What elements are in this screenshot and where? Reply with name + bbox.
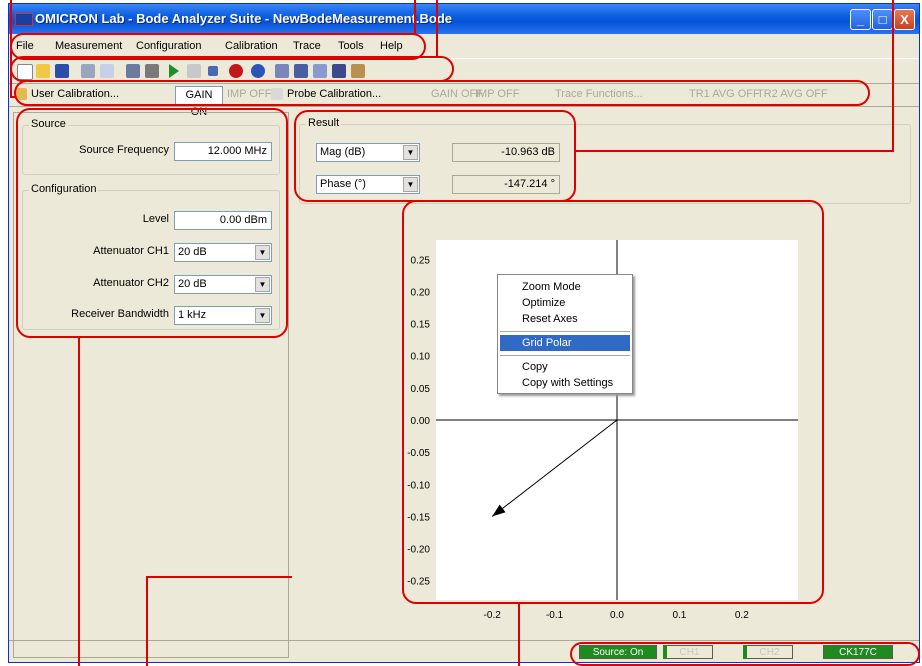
annotation-line [414, 0, 416, 34]
minimize-button[interactable]: _ [850, 9, 871, 30]
x-tick-label: -0.2 [484, 610, 502, 621]
x-tick-label: 0.2 [735, 610, 749, 621]
annotation-line [10, 0, 12, 98]
close-button[interactable]: X [894, 9, 915, 30]
plot-annotation [402, 200, 824, 604]
toolbar-annotation [10, 56, 454, 82]
annotation-line [146, 576, 292, 578]
settings-annotation [16, 108, 288, 338]
annotation-line [518, 604, 520, 666]
annotation-line [146, 576, 148, 666]
result-annotation [294, 110, 576, 202]
x-tick-label: 0.0 [610, 610, 624, 621]
window-title: OMICRON Lab - Bode Analyzer Suite - NewB… [35, 11, 453, 26]
x-tick-label: 0.1 [672, 610, 686, 621]
annotation-line [78, 338, 80, 666]
annotation-line [10, 96, 16, 98]
annotation-line [892, 0, 894, 152]
annotation-line [576, 150, 894, 152]
maximize-button[interactable]: □ [872, 9, 893, 30]
annotation-line [436, 0, 438, 57]
x-tick-label: -0.1 [546, 610, 564, 621]
status-annotation [570, 642, 920, 666]
calibration-toolbar-annotation [14, 80, 870, 106]
app-icon [15, 13, 33, 26]
title-bar[interactable]: OMICRON Lab - Bode Analyzer Suite - NewB… [9, 4, 919, 34]
